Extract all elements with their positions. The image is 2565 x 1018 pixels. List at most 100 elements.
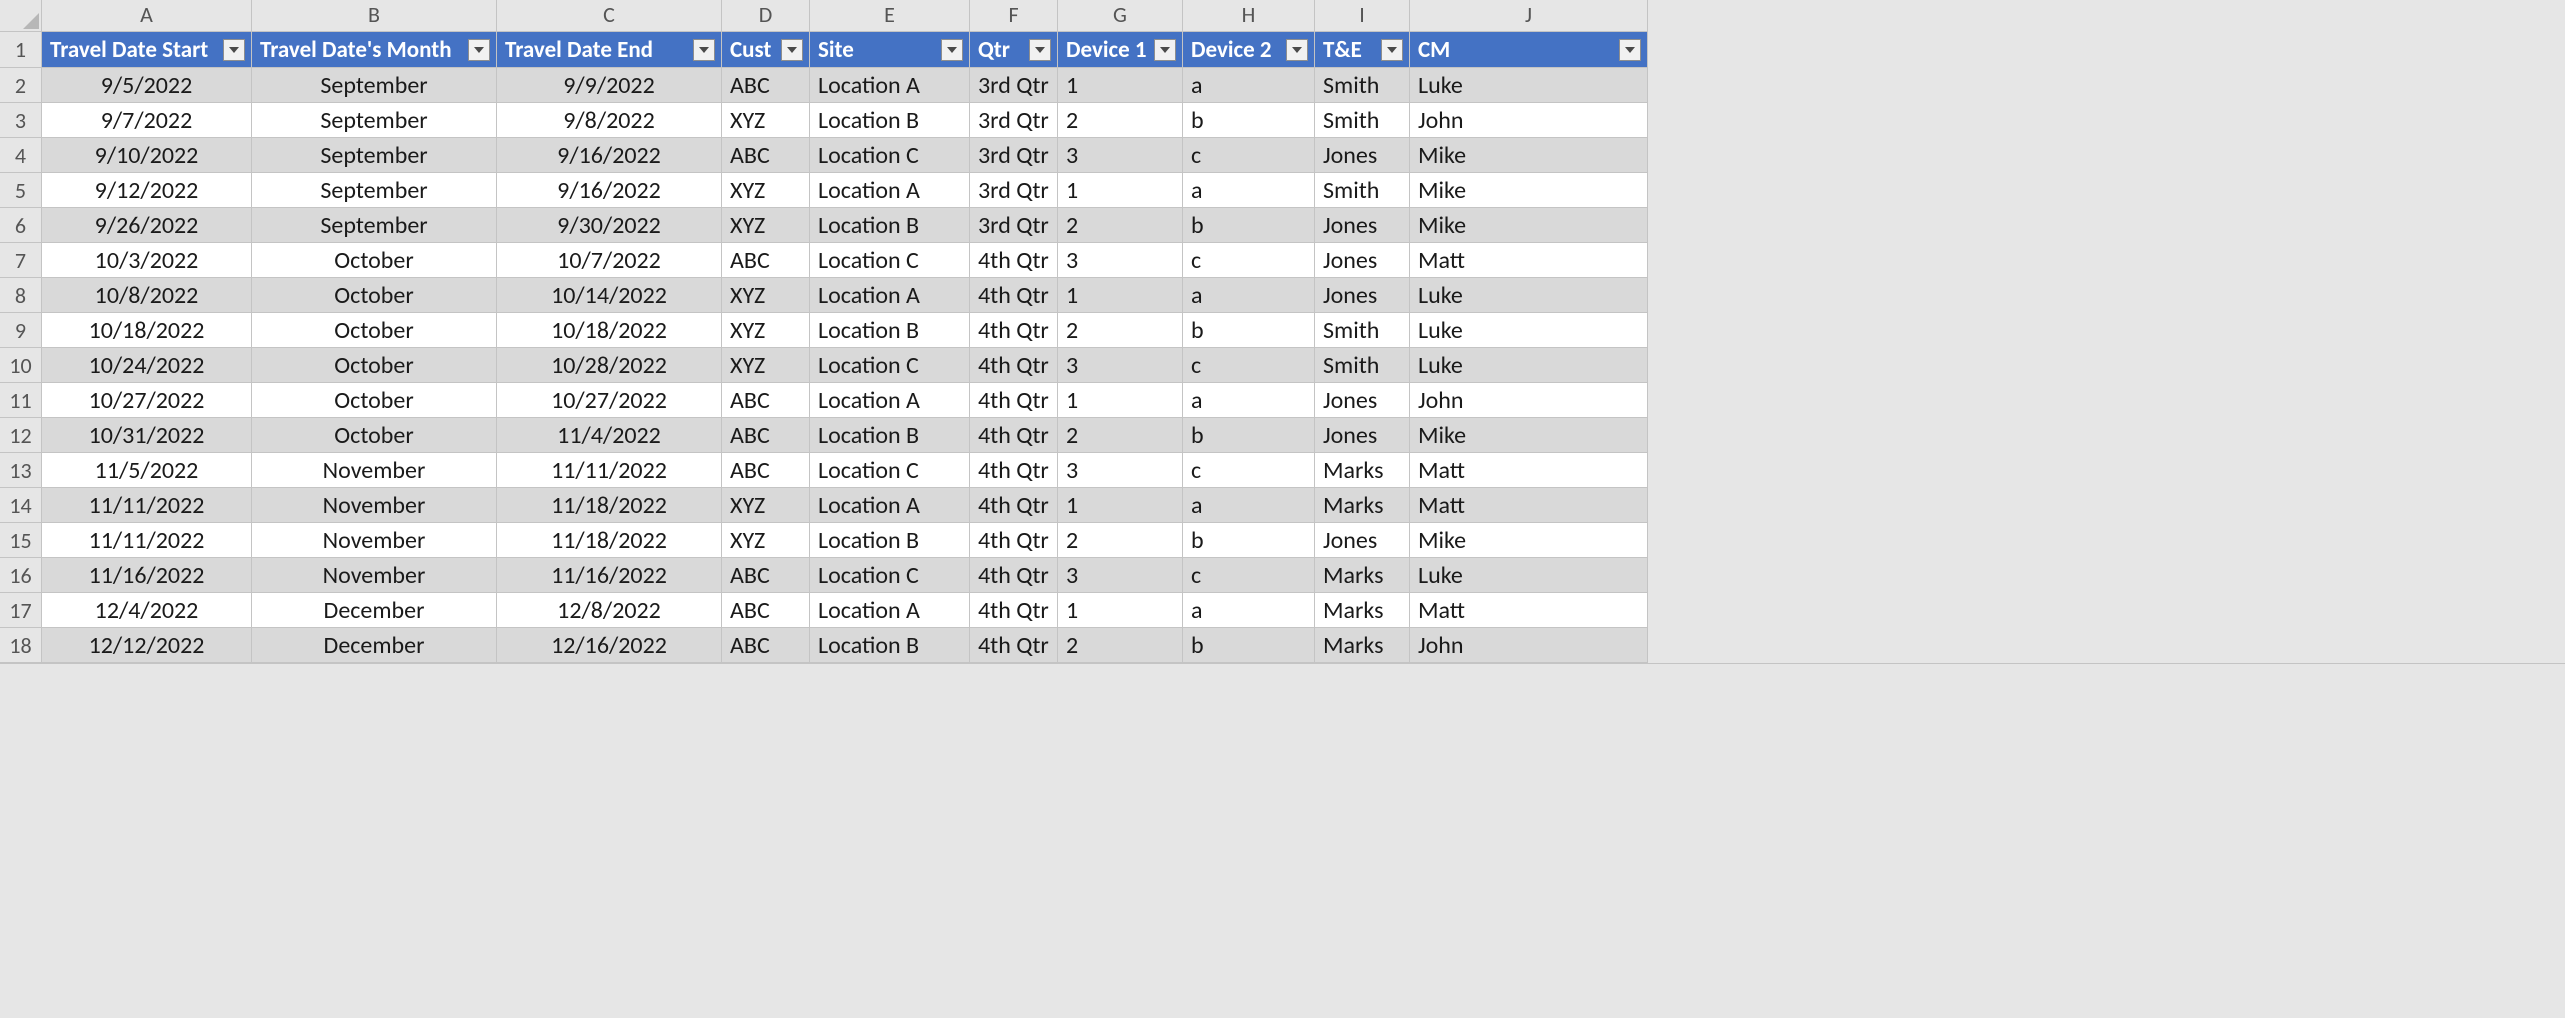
- table-header-J[interactable]: CM: [1410, 32, 1648, 68]
- cell-H15[interactable]: b: [1183, 523, 1315, 558]
- cell-J6[interactable]: Mike: [1410, 208, 1648, 243]
- cell-B7[interactable]: October: [252, 243, 497, 278]
- cell-C12[interactable]: 11/4/2022: [497, 418, 722, 453]
- cell-A4[interactable]: 9/10/2022: [42, 138, 252, 173]
- cell-C13[interactable]: 11/11/2022: [497, 453, 722, 488]
- cell-E3[interactable]: Location B: [810, 103, 970, 138]
- cell-B13[interactable]: November: [252, 453, 497, 488]
- cell-I11[interactable]: Jones: [1315, 383, 1410, 418]
- filter-button-I[interactable]: [1381, 39, 1403, 61]
- filter-button-A[interactable]: [223, 39, 245, 61]
- cell-E12[interactable]: Location B: [810, 418, 970, 453]
- column-header-B[interactable]: B: [252, 0, 497, 32]
- cell-I10[interactable]: Smith: [1315, 348, 1410, 383]
- cell-E14[interactable]: Location A: [810, 488, 970, 523]
- cell-H7[interactable]: c: [1183, 243, 1315, 278]
- cell-D5[interactable]: XYZ: [722, 173, 810, 208]
- cell-A12[interactable]: 10/31/2022: [42, 418, 252, 453]
- cell-I16[interactable]: Marks: [1315, 558, 1410, 593]
- cell-B2[interactable]: September: [252, 68, 497, 103]
- cell-J4[interactable]: Mike: [1410, 138, 1648, 173]
- cell-A8[interactable]: 10/8/2022: [42, 278, 252, 313]
- cell-J14[interactable]: Matt: [1410, 488, 1648, 523]
- cell-I14[interactable]: Marks: [1315, 488, 1410, 523]
- cell-J7[interactable]: Matt: [1410, 243, 1648, 278]
- cell-J15[interactable]: Mike: [1410, 523, 1648, 558]
- cell-B5[interactable]: September: [252, 173, 497, 208]
- cell-H14[interactable]: a: [1183, 488, 1315, 523]
- cell-J5[interactable]: Mike: [1410, 173, 1648, 208]
- cell-G16[interactable]: 3: [1058, 558, 1183, 593]
- cell-J8[interactable]: Luke: [1410, 278, 1648, 313]
- cell-A7[interactable]: 10/3/2022: [42, 243, 252, 278]
- cell-A13[interactable]: 11/5/2022: [42, 453, 252, 488]
- cell-H4[interactable]: c: [1183, 138, 1315, 173]
- cell-B8[interactable]: October: [252, 278, 497, 313]
- row-header-18[interactable]: 18: [0, 628, 42, 663]
- cell-I7[interactable]: Jones: [1315, 243, 1410, 278]
- cell-H3[interactable]: b: [1183, 103, 1315, 138]
- table-header-E[interactable]: Site: [810, 32, 970, 68]
- cell-D15[interactable]: XYZ: [722, 523, 810, 558]
- cell-B18[interactable]: December: [252, 628, 497, 663]
- cell-F16[interactable]: 4th Qtr: [970, 558, 1058, 593]
- cell-G17[interactable]: 1: [1058, 593, 1183, 628]
- cell-E13[interactable]: Location C: [810, 453, 970, 488]
- cell-D9[interactable]: XYZ: [722, 313, 810, 348]
- cell-C9[interactable]: 10/18/2022: [497, 313, 722, 348]
- cell-C17[interactable]: 12/8/2022: [497, 593, 722, 628]
- cell-A5[interactable]: 9/12/2022: [42, 173, 252, 208]
- filter-button-H[interactable]: [1286, 39, 1308, 61]
- cell-C15[interactable]: 11/18/2022: [497, 523, 722, 558]
- cell-D10[interactable]: XYZ: [722, 348, 810, 383]
- cell-A18[interactable]: 12/12/2022: [42, 628, 252, 663]
- row-header-14[interactable]: 14: [0, 488, 42, 523]
- cell-A11[interactable]: 10/27/2022: [42, 383, 252, 418]
- cell-I8[interactable]: Jones: [1315, 278, 1410, 313]
- cell-J12[interactable]: Mike: [1410, 418, 1648, 453]
- cell-C2[interactable]: 9/9/2022: [497, 68, 722, 103]
- cell-D14[interactable]: XYZ: [722, 488, 810, 523]
- cell-J10[interactable]: Luke: [1410, 348, 1648, 383]
- cell-E4[interactable]: Location C: [810, 138, 970, 173]
- filter-button-D[interactable]: [781, 39, 803, 61]
- cell-G12[interactable]: 2: [1058, 418, 1183, 453]
- column-header-I[interactable]: I: [1315, 0, 1410, 32]
- cell-H12[interactable]: b: [1183, 418, 1315, 453]
- cell-G5[interactable]: 1: [1058, 173, 1183, 208]
- cell-G3[interactable]: 2: [1058, 103, 1183, 138]
- row-header-5[interactable]: 5: [0, 173, 42, 208]
- cell-C6[interactable]: 9/30/2022: [497, 208, 722, 243]
- filter-button-G[interactable]: [1154, 39, 1176, 61]
- cell-F11[interactable]: 4th Qtr: [970, 383, 1058, 418]
- cell-C5[interactable]: 9/16/2022: [497, 173, 722, 208]
- cell-E18[interactable]: Location B: [810, 628, 970, 663]
- cell-F8[interactable]: 4th Qtr: [970, 278, 1058, 313]
- cell-C14[interactable]: 11/18/2022: [497, 488, 722, 523]
- cell-A14[interactable]: 11/11/2022: [42, 488, 252, 523]
- cell-I2[interactable]: Smith: [1315, 68, 1410, 103]
- cell-H9[interactable]: b: [1183, 313, 1315, 348]
- cell-C7[interactable]: 10/7/2022: [497, 243, 722, 278]
- column-header-G[interactable]: G: [1058, 0, 1183, 32]
- cell-G4[interactable]: 3: [1058, 138, 1183, 173]
- cell-H10[interactable]: c: [1183, 348, 1315, 383]
- cell-C3[interactable]: 9/8/2022: [497, 103, 722, 138]
- cell-H16[interactable]: c: [1183, 558, 1315, 593]
- column-header-H[interactable]: H: [1183, 0, 1315, 32]
- cell-F14[interactable]: 4th Qtr: [970, 488, 1058, 523]
- filter-button-J[interactable]: [1619, 39, 1641, 61]
- filter-button-E[interactable]: [941, 39, 963, 61]
- cell-J17[interactable]: Matt: [1410, 593, 1648, 628]
- cell-I18[interactable]: Marks: [1315, 628, 1410, 663]
- cell-D2[interactable]: ABC: [722, 68, 810, 103]
- cell-E17[interactable]: Location A: [810, 593, 970, 628]
- cell-G6[interactable]: 2: [1058, 208, 1183, 243]
- cell-I6[interactable]: Jones: [1315, 208, 1410, 243]
- cell-C16[interactable]: 11/16/2022: [497, 558, 722, 593]
- cell-C8[interactable]: 10/14/2022: [497, 278, 722, 313]
- cell-J2[interactable]: Luke: [1410, 68, 1648, 103]
- spreadsheet-grid[interactable]: ABCDEFGHIJ1Travel Date StartTravel Date'…: [0, 0, 2565, 664]
- cell-J16[interactable]: Luke: [1410, 558, 1648, 593]
- cell-I12[interactable]: Jones: [1315, 418, 1410, 453]
